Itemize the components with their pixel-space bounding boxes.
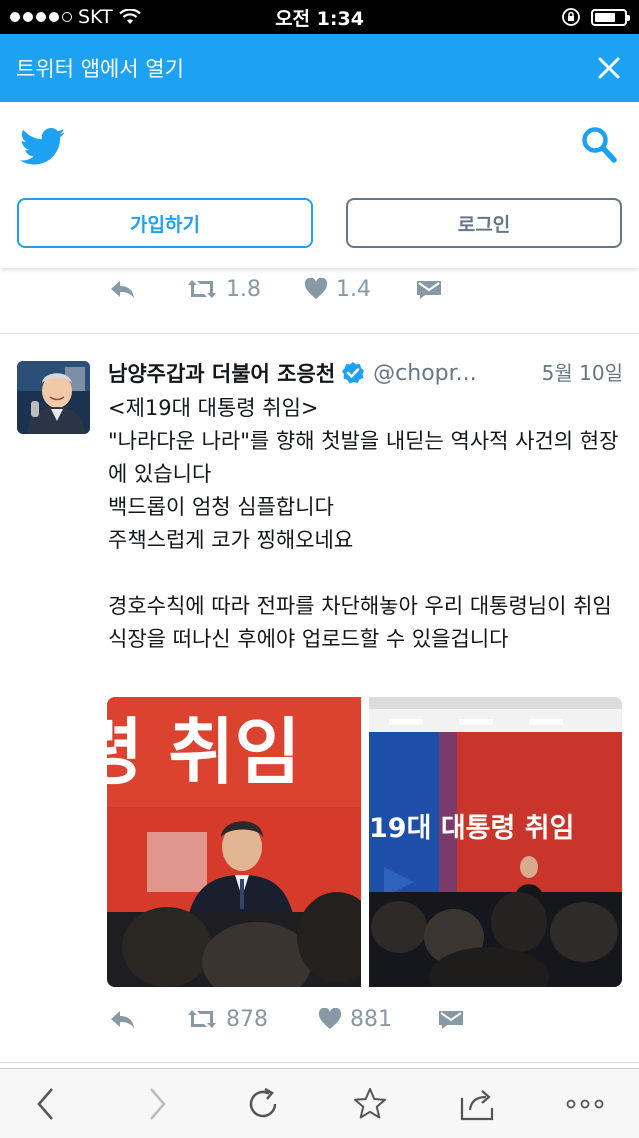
more-button[interactable] — [566, 1085, 604, 1123]
tweet-photo-1[interactable]: 령 취임 — [107, 697, 361, 987]
envelope-icon — [439, 1011, 463, 1029]
like-count: 881 — [350, 1006, 392, 1032]
heart-icon — [304, 278, 328, 299]
status-bar: SKT 오전 1:34 — [0, 0, 639, 34]
banner-text[interactable]: 트위터 앱에서 열기 — [16, 53, 184, 83]
battery-icon — [591, 8, 630, 26]
author-name[interactable]: 남양주갑과 더불어 조응천 — [108, 358, 335, 388]
retweet-icon — [188, 280, 216, 298]
tweet-text: <제19대 대통령 취임> "나라다운 나라"를 향해 첫발을 내딛는 역사적 … — [108, 396, 619, 651]
tweet-date[interactable]: 5월 10일 — [535, 356, 623, 390]
close-icon[interactable] — [597, 56, 621, 80]
dm-button[interactable] — [438, 1004, 464, 1034]
retweet-count: 1.8 — [226, 276, 261, 302]
browser-toolbar — [0, 1068, 639, 1138]
like-count: 1.4 — [336, 276, 371, 302]
retweet-count: 878 — [226, 1006, 268, 1032]
signup-button[interactable]: 가입하기 — [17, 198, 313, 248]
photo1-backdrop-text: 령 취임 — [107, 710, 301, 794]
twitter-bird-icon[interactable] — [20, 128, 66, 166]
status-time: 오전 1:34 — [275, 7, 364, 30]
login-button[interactable]: 로그인 — [346, 198, 622, 248]
reply-icon — [111, 1011, 134, 1028]
envelope-icon — [417, 281, 441, 299]
status-right — [561, 0, 630, 34]
retweet-icon — [188, 1010, 216, 1028]
chevron-left-icon — [37, 1088, 53, 1120]
prev-tweet-actions: 1.8 1.4 — [108, 274, 528, 304]
tweet-header: 남양주갑과 더불어 조응천 @chopr... 5월 10일 — [108, 356, 623, 390]
search-icon[interactable] — [581, 126, 617, 164]
like-button[interactable]: 1.4 — [304, 274, 371, 304]
like-button[interactable]: 881 — [318, 1004, 392, 1034]
tweet-photo-2[interactable]: 19대 대통령 취임 — [369, 697, 622, 987]
share-icon — [460, 1090, 494, 1121]
battery-level — [595, 12, 615, 22]
reload-icon — [249, 1087, 277, 1118]
twitter-header: 가입하기 로그인 — [0, 102, 639, 268]
retweet-button[interactable]: 878 — [186, 1004, 268, 1034]
photo2-backdrop-text: 19대 대통령 취임 — [369, 813, 574, 844]
avatar[interactable] — [17, 361, 90, 434]
dm-button[interactable] — [416, 274, 442, 304]
back-button[interactable] — [27, 1085, 65, 1123]
reload-button[interactable] — [244, 1085, 282, 1123]
author-handle[interactable]: @chopr... — [373, 361, 483, 386]
tweet-divider-bottom — [0, 1062, 639, 1063]
reply-button[interactable] — [108, 1004, 136, 1034]
retweet-button[interactable]: 1.8 — [186, 274, 261, 304]
heart-icon — [318, 1008, 342, 1029]
open-in-app-banner[interactable]: 트위터 앱에서 열기 — [0, 34, 639, 102]
more-icon — [566, 1099, 604, 1109]
bookmark-button[interactable] — [351, 1085, 389, 1123]
reply-icon — [111, 281, 134, 298]
tweet-divider — [0, 333, 639, 334]
star-icon — [354, 1088, 386, 1119]
forward-button[interactable] — [138, 1085, 176, 1123]
chevron-right-icon — [150, 1088, 166, 1120]
share-button[interactable] — [458, 1085, 496, 1123]
reply-button[interactable] — [108, 274, 136, 304]
rotation-lock-icon — [562, 8, 580, 26]
verified-badge-icon — [342, 362, 365, 384]
tweet-actions: 878 881 — [108, 1004, 528, 1034]
